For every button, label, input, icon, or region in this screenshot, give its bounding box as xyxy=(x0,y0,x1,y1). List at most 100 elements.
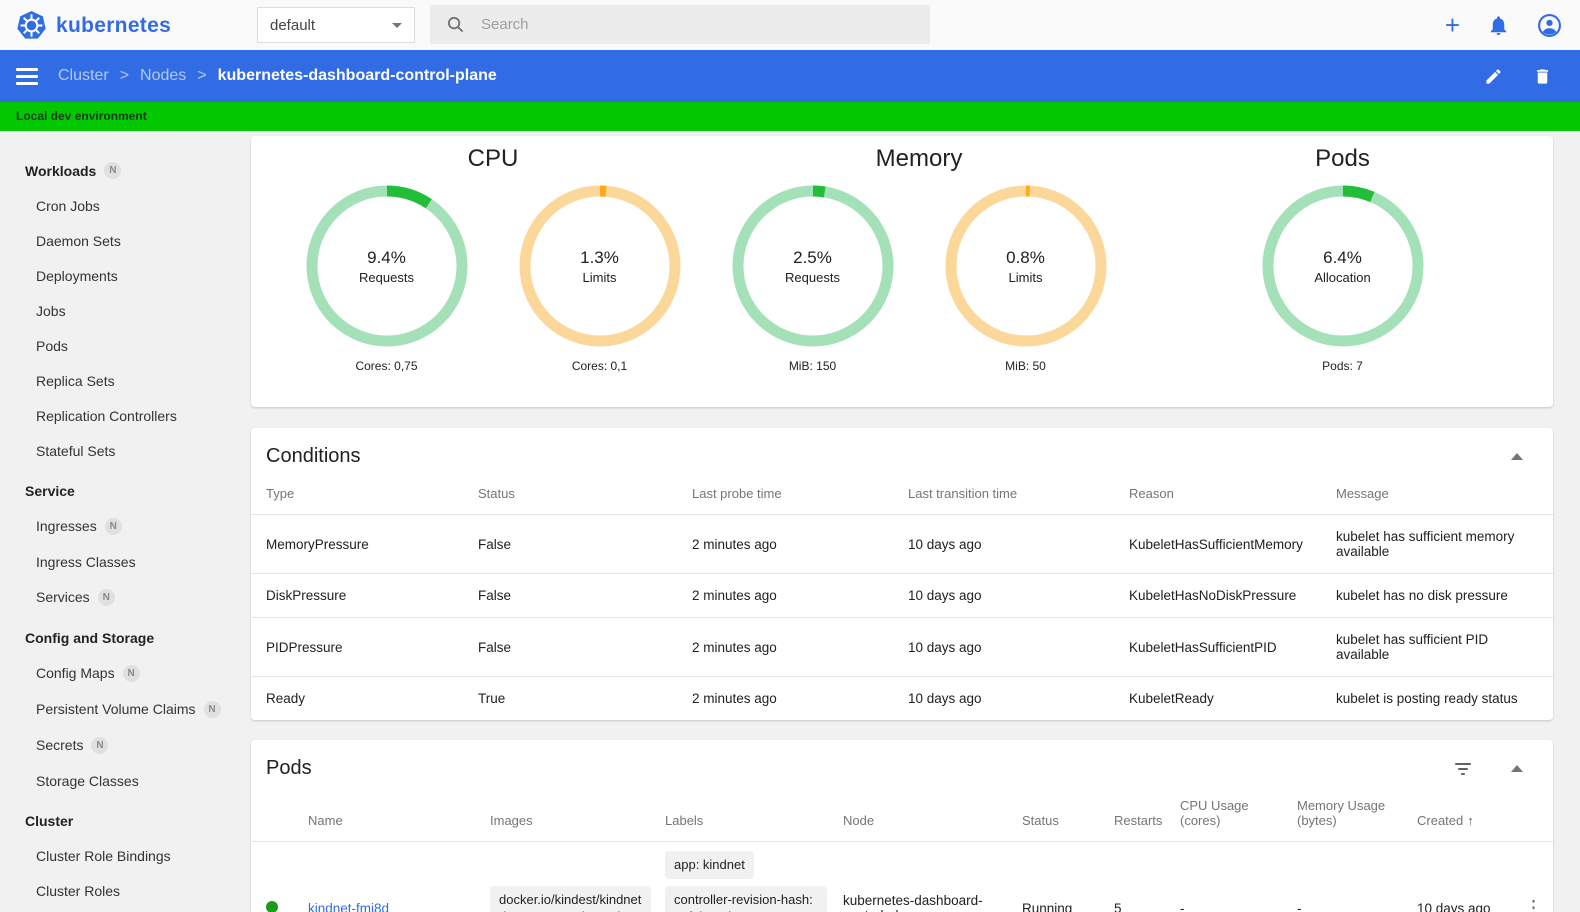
sidebar-item-label: Stateful Sets xyxy=(36,442,116,459)
sidebar-section-config-and-storage[interactable]: Config and Storage xyxy=(0,621,247,655)
column-header-memory-usage: Memory Usage (bytes) xyxy=(1297,798,1386,828)
condition-status: False xyxy=(478,536,512,552)
sidebar-item-config-maps[interactable]: Config Maps N xyxy=(0,655,247,691)
column-header-created[interactable]: Created ↑ xyxy=(1417,788,1524,842)
user-account-icon[interactable] xyxy=(1537,13,1562,38)
sidebar-nav: Workloads N Cron Jobs Daemon Sets Deploy… xyxy=(0,131,247,912)
sidebar-item-cluster-role-bindings[interactable]: Cluster Role Bindings xyxy=(0,838,247,873)
pod-label-chip: app: kindnet xyxy=(665,851,754,879)
column-header-last-transition-time: Last transition time xyxy=(908,486,1018,501)
sidebar-item-cluster-roles[interactable]: Cluster Roles xyxy=(0,873,247,908)
filter-button[interactable] xyxy=(1455,762,1471,775)
sidebar-item-ingresses[interactable]: Ingresses N xyxy=(0,508,247,544)
new-badge: N xyxy=(97,588,115,606)
sidebar-item-services[interactable]: Services N xyxy=(0,579,247,615)
sidebar-item-daemon-sets[interactable]: Daemon Sets xyxy=(0,223,247,258)
condition-last-probe: 2 minutes ago xyxy=(692,639,777,655)
conditions-header-row: Type Status Last probe time Last transit… xyxy=(251,476,1553,515)
condition-type: DiskPressure xyxy=(266,588,347,603)
search-icon xyxy=(447,16,464,33)
condition-row: DiskPressure False 2 minutes ago 10 days… xyxy=(251,573,1553,618)
condition-last-probe: 2 minutes ago xyxy=(692,588,777,603)
gauge-label: Allocation xyxy=(1314,269,1371,285)
pods-table: Name Images Labels Node Status Restarts … xyxy=(251,788,1553,912)
pod-node: kubernetes-dashboard-control-plane xyxy=(843,893,983,912)
namespace-select[interactable]: default xyxy=(257,7,415,43)
sidebar-item-secrets[interactable]: Secrets N xyxy=(0,727,247,763)
resource-actions xyxy=(1484,67,1552,86)
row-menu-button[interactable]: ⋮ xyxy=(1524,898,1543,912)
memory-limits-gauge: 0.8% Limits MiB: 50 xyxy=(919,184,1132,373)
sidebar-section-workloads[interactable]: Workloads N xyxy=(0,153,247,188)
sidebar-item-persistent-volume-claims[interactable]: Persistent Volume Claims N xyxy=(0,691,247,727)
gauge-percent: 6.4% xyxy=(1323,247,1362,267)
gauge-label: Requests xyxy=(359,269,414,285)
pod-name-link[interactable]: kindnet-fmj8d xyxy=(308,901,389,912)
condition-type: MemoryPressure xyxy=(266,536,369,552)
sidebar-section-label: Service xyxy=(25,483,75,499)
pod-created: 10 days ago xyxy=(1417,900,1491,912)
new-badge: N xyxy=(122,664,140,682)
condition-message: kubelet has sufficient memory available xyxy=(1336,529,1515,559)
sidebar-section-cluster[interactable]: Cluster xyxy=(0,804,247,838)
menu-button[interactable] xyxy=(16,67,38,85)
edit-pencil-button[interactable] xyxy=(1484,67,1503,86)
memory-allocation-group: Memory 2.5% Requests MiB: 150 0.8% Limit… xyxy=(706,136,1132,407)
sidebar-item-replica-sets[interactable]: Replica Sets xyxy=(0,363,247,398)
top-app-bar: kubernetes default + xyxy=(0,0,1580,50)
gauge-percent: 9.4% xyxy=(367,247,406,267)
sidebar-item-label: Ingresses xyxy=(36,518,97,534)
condition-last-transition: 10 days ago xyxy=(908,536,982,552)
breadcrumb-nodes[interactable]: Nodes xyxy=(140,67,186,85)
sidebar-item-label: Replication Controllers xyxy=(36,407,177,424)
sidebar-item-label: Daemon Sets xyxy=(36,232,121,249)
condition-reason: KubeletHasNoDiskPressure xyxy=(1129,588,1297,603)
page-title: kubernetes-dashboard-control-plane xyxy=(217,67,497,84)
condition-reason: KubeletHasSufficientPID xyxy=(1129,639,1277,655)
conditions-card: Conditions Type Status Last probe time L… xyxy=(251,428,1553,720)
gauge-footer: Cores: 0,1 xyxy=(571,359,628,373)
breadcrumb-cluster[interactable]: Cluster xyxy=(58,67,109,85)
collapse-button[interactable] xyxy=(1511,453,1523,460)
environment-banner: Local dev environment xyxy=(0,102,1580,131)
sidebar-item-label: Ingress Classes xyxy=(36,553,136,570)
new-badge: N xyxy=(203,700,221,718)
pods-title: Pods xyxy=(266,757,312,779)
sidebar-item-storage-classes[interactable]: Storage Classes xyxy=(0,763,247,798)
create-resource-button[interactable]: + xyxy=(1445,12,1460,38)
pods-group-title: Pods xyxy=(1315,145,1370,172)
column-header-reason: Reason xyxy=(1129,486,1174,501)
column-header-status: Status xyxy=(1022,813,1059,828)
notifications-bell-icon[interactable] xyxy=(1487,14,1510,37)
sidebar-item-cron-jobs[interactable]: Cron Jobs xyxy=(0,188,247,223)
pod-image-chip: docker.io/kindest/kindnetd:v20230511-dc7… xyxy=(490,885,651,912)
kubernetes-logo[interactable]: kubernetes xyxy=(16,10,171,41)
column-header-status: Status xyxy=(478,486,515,501)
sidebar-item-stateful-sets[interactable]: Stateful Sets xyxy=(0,433,247,468)
sidebar-item-deployments[interactable]: Deployments xyxy=(0,258,247,293)
cpu-limits-gauge: 1.3% Limits Cores: 0,1 xyxy=(493,184,706,373)
sidebar-item-label: Pods xyxy=(36,337,68,354)
sidebar-item-label: Cron Jobs xyxy=(36,197,100,214)
sidebar-item-pods[interactable]: Pods xyxy=(0,328,247,363)
search-input[interactable] xyxy=(481,16,914,33)
column-header-actions xyxy=(1524,788,1553,842)
sidebar-item-replication-controllers[interactable]: Replication Controllers xyxy=(0,398,247,433)
condition-message: kubelet has sufficient PID available xyxy=(1336,632,1489,662)
breadcrumb: Cluster > Nodes > kubernetes-dashboard-c… xyxy=(58,67,497,85)
delete-trash-button[interactable] xyxy=(1533,67,1552,86)
sidebar-item-label: Cluster Roles xyxy=(36,882,121,899)
sidebar-item-label: Secrets xyxy=(36,737,84,753)
gauge-label: Limits xyxy=(582,269,617,285)
pod-label-chip: controller-revision-hash: 58f5b657b8 xyxy=(665,885,827,912)
gauge-percent: 2.5% xyxy=(793,247,832,267)
sidebar-item-ingress-classes[interactable]: Ingress Classes xyxy=(0,544,247,579)
gauge-footer: Pods: 7 xyxy=(1322,359,1363,373)
condition-type: PIDPressure xyxy=(266,639,343,655)
pods-header-row: Name Images Labels Node Status Restarts … xyxy=(251,788,1553,842)
sidebar-item-jobs[interactable]: Jobs xyxy=(0,293,247,328)
breadcrumb-bar: Cluster > Nodes > kubernetes-dashboard-c… xyxy=(0,50,1580,102)
search-bar xyxy=(430,5,930,44)
collapse-button[interactable] xyxy=(1511,765,1523,772)
sidebar-section-service[interactable]: Service xyxy=(0,474,247,508)
